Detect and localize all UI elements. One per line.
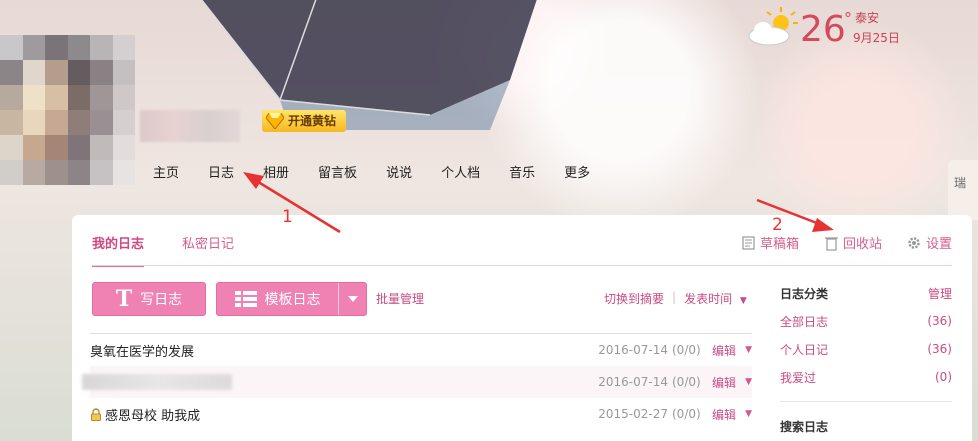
gear-icon — [908, 236, 920, 249]
tab-private-diary[interactable]: 私密日记 — [182, 233, 234, 267]
category-item-all[interactable]: 全部日志 (36) — [780, 307, 952, 335]
template-blog-label: 模板日志 — [264, 292, 321, 308]
category-name: 我爱过 — [780, 370, 817, 385]
partly-cloudy-icon — [748, 7, 798, 46]
post-comment-count: (0/0) — [672, 343, 701, 357]
write-blog-label: 写日志 — [140, 292, 183, 308]
post-date: 2016-07-14 — [598, 343, 668, 357]
recycle-bin-label: 回收站 — [842, 237, 882, 252]
post-title[interactable] — [82, 374, 596, 390]
blog-panel: 我的日志 私密日记 草稿箱 回收站 设置 T 写日志 模板日志 批量管理 切换到… — [72, 215, 972, 441]
table-row[interactable]: 感恩母校 助我成 2015-02-27 (0/0) 编辑 ▼ — [90, 398, 752, 430]
main-nav: 主页 日志 相册 留言板 说说 个人档 音乐 更多 — [153, 162, 619, 181]
post-title-text: 感恩母校 助我成 — [105, 408, 201, 424]
post-title-blurred — [82, 374, 232, 390]
annotation-label-2: 2 — [772, 215, 783, 235]
drafts-label: 草稿箱 — [759, 237, 799, 252]
sidebar-divider — [780, 401, 952, 402]
blog-tools: 草稿箱 回收站 设置 — [740, 233, 952, 252]
chevron-down-icon[interactable]: ▼ — [736, 377, 752, 387]
weather-widget: 26 ° 泰安 9月25日 — [745, 5, 905, 50]
tabs-divider — [92, 265, 952, 266]
category-name: 全部日志 — [780, 314, 829, 329]
category-name: 个人日记 — [780, 342, 829, 357]
weather-date: 9月25日 — [853, 31, 900, 45]
nav-item-more[interactable]: 更多 — [564, 162, 590, 181]
write-blog-button[interactable]: T 写日志 — [92, 282, 206, 316]
category-item-loved[interactable]: 我爱过 (0) — [780, 363, 952, 391]
table-row[interactable]: 臭氧在医学的发展 2016-07-14 (0/0) 编辑 ▼ — [90, 334, 752, 366]
sort-by-time-label: 发表时间 — [684, 292, 733, 306]
post-date: 2016-07-14 — [598, 375, 668, 389]
nav-item-moments[interactable]: 说说 — [386, 162, 412, 181]
nav-item-album[interactable]: 相册 — [263, 162, 289, 181]
avatar[interactable] — [0, 35, 135, 185]
settings-label: 设置 — [925, 237, 952, 252]
diamond-icon — [266, 113, 284, 129]
recycle-bin-button[interactable]: 回收站 — [823, 233, 882, 252]
template-blog-main[interactable]: 模板日志 — [217, 289, 338, 309]
chevron-down-icon — [347, 296, 358, 302]
nav-item-profile[interactable]: 个人档 — [441, 162, 480, 181]
list-icon — [234, 291, 257, 307]
separator: | — [672, 290, 677, 304]
sort-by-time-dropdown[interactable]: 发表时间 ▼ — [684, 290, 747, 307]
text-t-icon: T — [115, 286, 133, 312]
blog-tabs: 我的日志 私密日记 — [92, 233, 272, 267]
nickname-blurred — [140, 110, 240, 142]
lock-icon — [91, 407, 101, 421]
side-widget-label: 瑞 — [954, 176, 967, 190]
trash-icon — [824, 236, 838, 251]
weather-city: 泰安 — [855, 11, 880, 25]
chevron-down-icon[interactable]: ▼ — [736, 345, 752, 355]
settings-button[interactable]: 设置 — [906, 233, 952, 252]
temperature: 26 — [800, 9, 846, 50]
vip-badge-button[interactable]: 开通黄钻 — [262, 110, 347, 132]
post-comment-count: (0/0) — [672, 375, 701, 389]
post-title[interactable]: 感恩母校 助我成 — [90, 405, 596, 424]
post-date: 2015-02-27 — [598, 407, 668, 421]
edit-link[interactable]: 编辑 — [702, 374, 736, 391]
category-count: (36) — [927, 314, 952, 328]
tab-my-blog[interactable]: 我的日志 — [92, 233, 145, 267]
edit-link[interactable]: 编辑 — [702, 406, 736, 423]
category-count: (36) — [927, 342, 952, 356]
drafts-button[interactable]: 草稿箱 — [740, 233, 799, 252]
drafts-icon — [742, 235, 755, 250]
switch-summary-link[interactable]: 切换到摘要 — [604, 290, 664, 307]
nav-item-guestbook[interactable]: 留言板 — [318, 162, 357, 181]
post-title[interactable]: 臭氧在医学的发展 — [90, 341, 596, 360]
post-comment-count: (0/0) — [672, 407, 701, 421]
edit-link[interactable]: 编辑 — [702, 342, 736, 359]
category-header: 日志分类 管理 — [780, 285, 952, 307]
view-controls: 切换到摘要 | 发表时间 ▼ — [604, 290, 747, 307]
template-blog-button[interactable]: 模板日志 — [216, 282, 367, 316]
blog-list: 臭氧在医学的发展 2016-07-14 (0/0) 编辑 ▼ 2016-07-1… — [82, 333, 752, 430]
category-title: 日志分类 — [780, 287, 829, 301]
post-title-text: 臭氧在医学的发展 — [90, 344, 195, 360]
blog-sidebar: 日志分类 管理 全部日志 (36) 个人日记 (36) 我爱过 (0) 搜索日志 — [780, 285, 952, 441]
vip-badge-label: 开通黄钻 — [288, 114, 337, 128]
chevron-down-icon[interactable]: ▼ — [736, 409, 752, 419]
degree-symbol: ° — [844, 9, 852, 28]
nav-item-music[interactable]: 音乐 — [509, 162, 535, 181]
batch-manage-link[interactable]: 批量管理 — [376, 290, 424, 307]
template-dropdown-button[interactable] — [338, 283, 366, 315]
nav-item-home[interactable]: 主页 — [153, 162, 179, 181]
category-item-personal[interactable]: 个人日记 (36) — [780, 335, 952, 363]
side-widget-tab[interactable]: 瑞 — [948, 160, 978, 220]
search-blog-title: 搜索日志 — [780, 420, 829, 434]
category-count: (0) — [935, 370, 952, 384]
category-manage-link[interactable]: 管理 — [928, 285, 952, 307]
chevron-down-icon: ▼ — [739, 296, 747, 306]
annotation-label-1: 1 — [282, 207, 293, 227]
table-row[interactable]: 2016-07-14 (0/0) 编辑 ▼ — [82, 366, 752, 398]
nav-item-blog[interactable]: 日志 — [208, 162, 234, 181]
